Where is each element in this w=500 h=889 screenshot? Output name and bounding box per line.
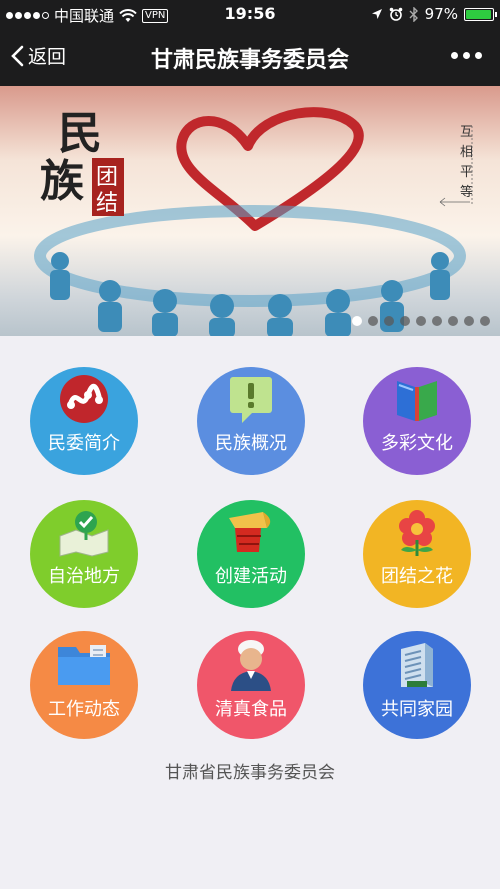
banner-carousel[interactable]: 民 族 团 结 互 相 平 等 [0,86,500,336]
status-right: 97% [371,5,497,23]
menu-tile-label: 民委简介 [48,433,120,454]
motto-vertical-text: 互 相 平 等 [439,125,473,207]
more-dot-icon [451,52,458,59]
menu-tile-label: 工作动态 [48,699,120,720]
notice-icon [197,373,305,433]
menu-tile-label: 民族概况 [215,433,287,454]
battery-percent: 97% [424,5,458,23]
motto-char: 相 [460,145,473,160]
more-options-button[interactable] [451,52,482,59]
flower-icon [363,506,471,566]
seal-text-1: 团 [96,165,118,190]
location-arrow-icon [371,9,382,19]
navigation-bar: 返回 甘肃民族事务委员会 [0,28,500,86]
menu-tile-label: 多彩文化 [381,433,453,454]
book-icon [363,373,471,433]
pager-dot[interactable] [448,316,458,326]
person-icon [197,637,305,697]
motto-char: 互 [460,125,473,140]
battery-icon [464,7,497,21]
carousel-pager[interactable] [352,316,490,326]
battery-fill [466,9,492,19]
map-pin-icon [30,506,138,566]
pager-dot[interactable] [400,316,410,326]
banner-image: 民 族 团 结 互 相 平 等 [34,107,473,336]
motto-char: 等 [460,184,473,200]
pager-dot[interactable] [368,316,378,326]
menu-tile[interactable]: 多彩文化 [363,367,471,475]
folder-icon [30,637,138,697]
page-title: 甘肃民族事务委员会 [150,48,349,73]
trumpet-icon [197,506,305,566]
menu-tile[interactable]: 清真食品 [197,631,305,739]
pager-dot[interactable] [432,316,442,326]
menu-tile[interactable]: 共同家园 [363,631,471,739]
menu-tile-label: 团结之花 [381,566,453,587]
footer-text: 甘肃省民族事务委员会 [165,763,335,783]
pager-dot[interactable] [464,316,474,326]
pager-dot[interactable] [480,316,490,326]
more-dot-icon [463,52,470,59]
pager-dot[interactable] [384,316,394,326]
menu-tile[interactable]: 工作动态 [30,631,138,739]
pager-dot[interactable] [352,316,362,326]
seal-text-2: 结 [96,191,118,216]
menu-tile[interactable]: 自治地方 [30,500,138,608]
menu-tile-label: 清真食品 [215,699,287,720]
status-bar: 中国联通 VPN 19:56 97% [0,0,500,28]
menu-tile-label: 自治地方 [48,566,120,587]
bluetooth-icon [409,6,418,22]
menu-tile[interactable]: 团结之花 [363,500,471,608]
motto-char: 平 [460,165,473,180]
menu-tile[interactable]: 民委简介 [30,367,138,475]
menu-tile[interactable]: 民族概况 [197,367,305,475]
more-dot-icon [475,52,482,59]
building-icon [363,637,471,697]
menu-tile[interactable]: 创建活动 [197,500,305,608]
menu-tile-label: 创建活动 [215,566,287,587]
pager-dot[interactable] [416,316,426,326]
menu-tile-label: 共同家园 [381,699,453,720]
logo-icon [30,373,138,433]
calligraphy-text-1: 民 [58,108,102,159]
calligraphy-text-2: 族 [40,156,84,207]
alarm-clock-icon [389,7,402,21]
